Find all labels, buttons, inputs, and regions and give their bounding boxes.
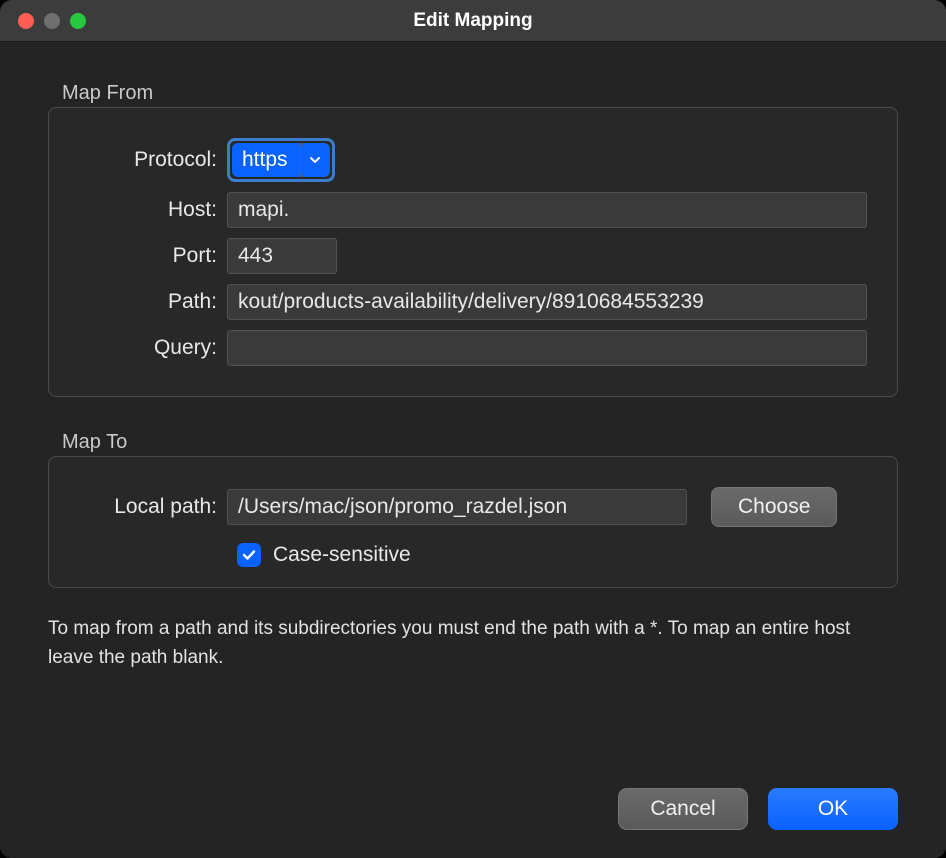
titlebar: Edit Mapping [0,0,946,42]
protocol-row: Protocol: https [55,138,877,182]
map-to-group: Local path: Choose Case-sensitive [48,456,898,588]
protocol-select[interactable]: https [227,138,335,182]
path-row: Path: [55,284,877,320]
case-sensitive-checkbox[interactable] [237,543,261,567]
host-label: Host: [55,198,227,222]
footer: Cancel OK [48,760,898,830]
query-row: Query: [55,330,877,366]
protocol-value: https [232,143,300,177]
ok-button[interactable]: OK [768,788,898,830]
window-title: Edit Mapping [0,10,946,32]
cancel-button[interactable]: Cancel [618,788,748,830]
local-path-label: Local path: [55,495,227,519]
path-label: Path: [55,290,227,314]
case-sensitive-label: Case-sensitive [273,543,411,567]
close-icon[interactable] [18,13,34,29]
local-path-row: Local path: Choose [55,487,877,527]
port-input[interactable] [227,238,337,274]
zoom-icon[interactable] [70,13,86,29]
content: Map From Protocol: https Host: [0,42,946,858]
query-label: Query: [55,336,227,360]
host-input[interactable] [227,192,867,228]
chevron-down-icon [300,143,330,177]
map-from-legend: Map From [62,82,898,105]
minimize-icon[interactable] [44,13,60,29]
local-path-input[interactable] [227,489,687,525]
port-label: Port: [55,244,227,268]
case-sensitive-row: Case-sensitive [237,543,877,567]
window-controls [0,13,86,29]
choose-button[interactable]: Choose [711,487,837,527]
protocol-label: Protocol: [55,148,227,172]
map-from-group: Protocol: https Host: Port: [48,107,898,397]
host-row: Host: [55,192,877,228]
port-row: Port: [55,238,877,274]
hint-text: To map from a path and its subdirectorie… [48,614,898,673]
path-input[interactable] [227,284,867,320]
query-input[interactable] [227,330,867,366]
edit-mapping-window: Edit Mapping Map From Protocol: https Ho… [0,0,946,858]
map-to-legend: Map To [62,431,898,454]
